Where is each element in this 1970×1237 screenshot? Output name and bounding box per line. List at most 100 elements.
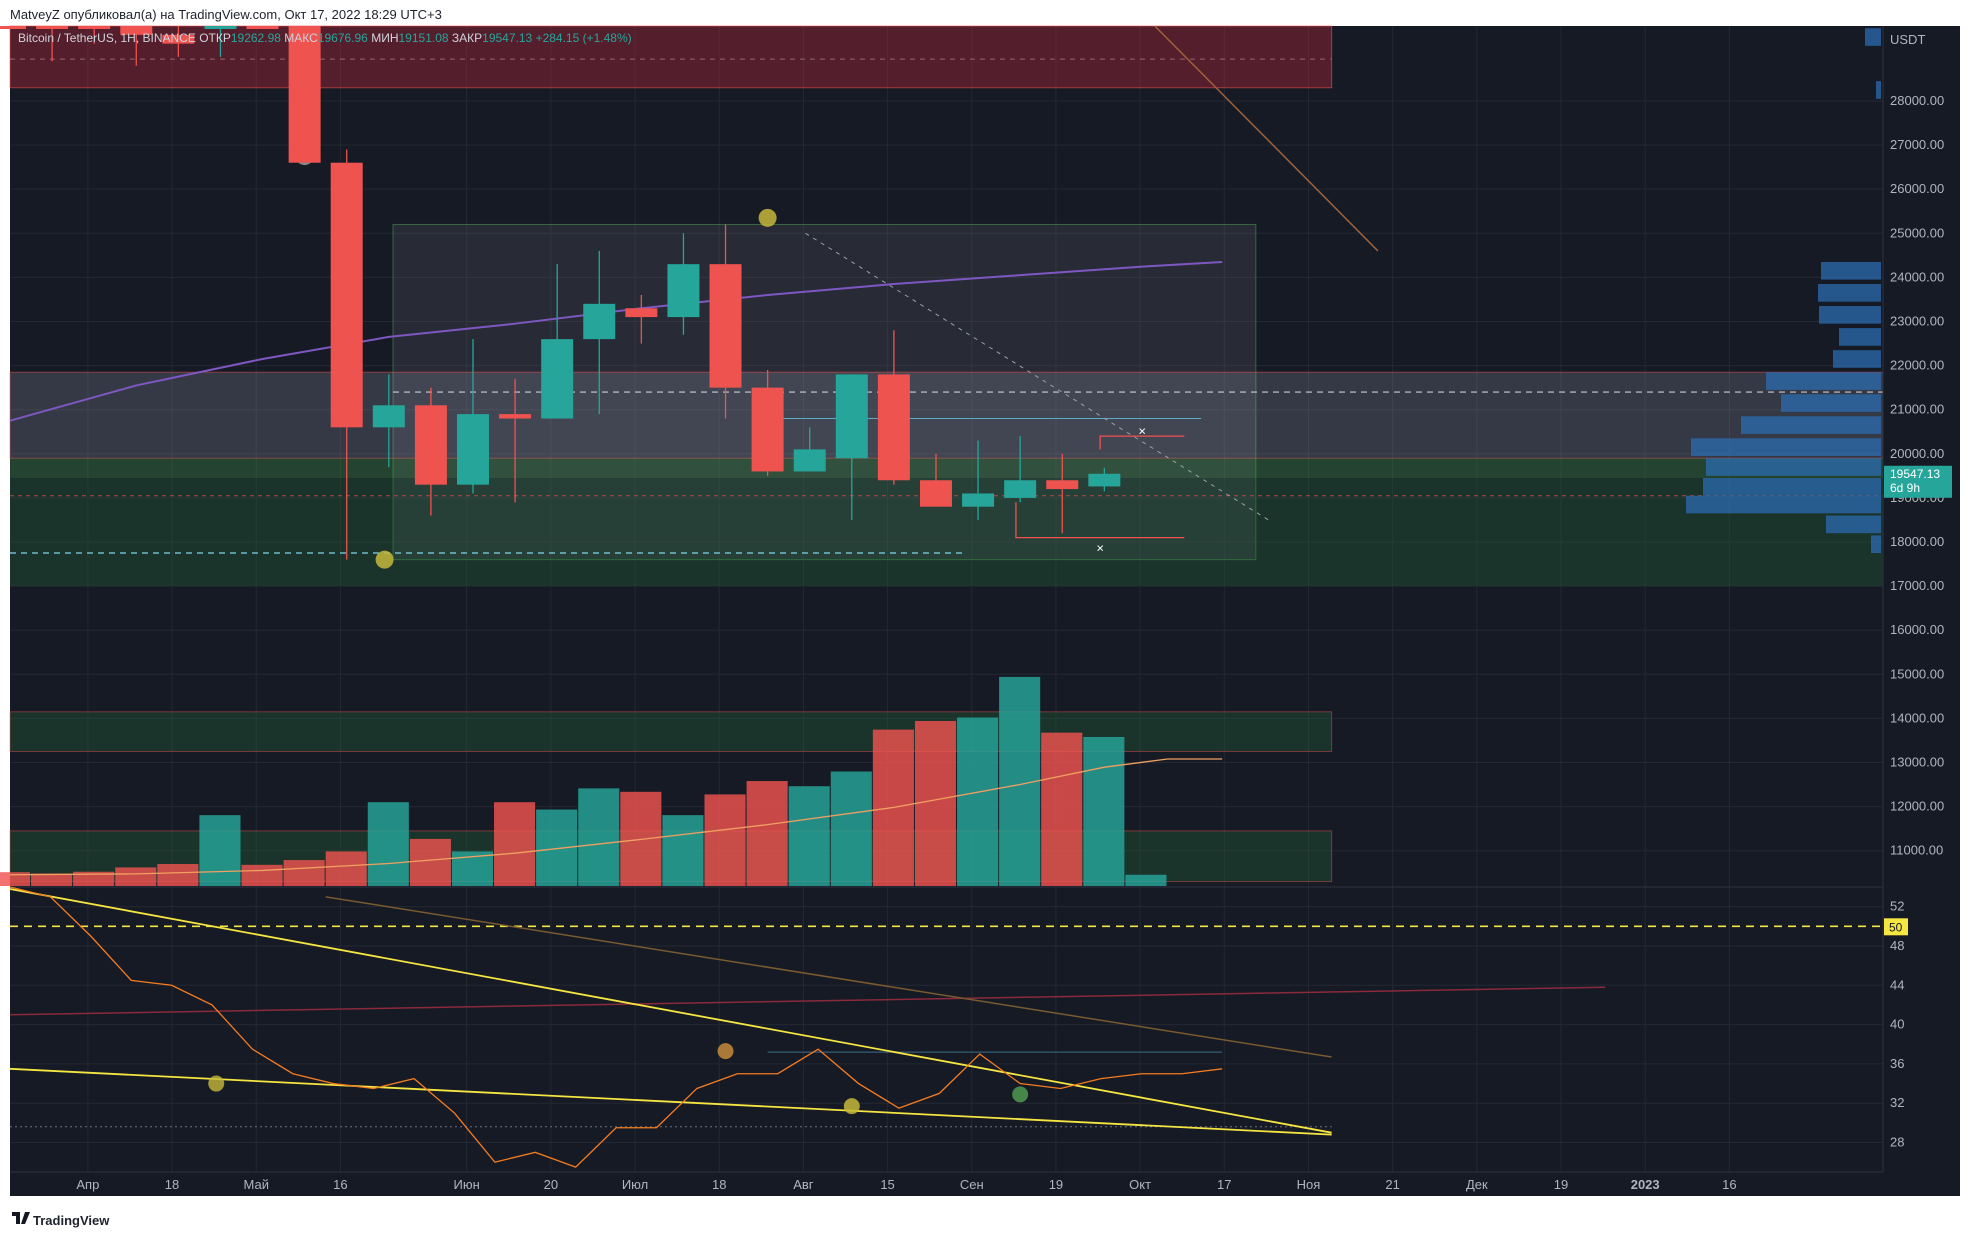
price-axis-currency: USDT xyxy=(1890,32,1925,47)
price-axis-label: 16000.00 xyxy=(1890,622,1944,637)
time-axis-label: 15 xyxy=(880,1177,894,1192)
volume-profile-bar xyxy=(1821,261,1881,280)
candle-body xyxy=(919,480,952,507)
legend-value: ОТКР xyxy=(199,31,231,45)
candle-body xyxy=(330,162,363,428)
rsi-axis-label: 52 xyxy=(1890,899,1904,914)
cross-marker-lower: × xyxy=(1096,541,1104,556)
time-axis-label: 16 xyxy=(333,1177,347,1192)
time-axis-label: 18 xyxy=(165,1177,179,1192)
candle-body xyxy=(1088,473,1121,487)
volume-bar xyxy=(704,794,746,886)
legend-value: 19151.08 xyxy=(399,31,449,45)
rsi-axis-label: 32 xyxy=(1890,1095,1904,1110)
last-price-label: 19547.13 xyxy=(1890,467,1940,481)
candle-body xyxy=(583,303,616,340)
attribution-text: MatveyZ опубликовал(а) на TradingView.co… xyxy=(10,7,442,22)
volume-bar xyxy=(241,864,283,886)
legend-value: +284.15 (+1.48%) xyxy=(536,31,632,45)
volume-profile-bar xyxy=(1876,81,1881,99)
time-axis-label: Апр xyxy=(76,1177,99,1192)
candle-body xyxy=(204,26,237,29)
candle-body xyxy=(1004,480,1037,498)
candle-body xyxy=(541,339,574,419)
candle-body xyxy=(0,26,26,29)
legend-value: ЗАКР xyxy=(452,31,482,45)
price-axis-label: 15000.00 xyxy=(1890,666,1944,681)
volume-bar xyxy=(199,815,241,886)
price-axis-label: 18000.00 xyxy=(1890,534,1944,549)
price-axis-label: 26000.00 xyxy=(1890,181,1944,196)
candle-body xyxy=(1046,480,1079,490)
price-axis-label: 12000.00 xyxy=(1890,799,1944,814)
resistance-zone xyxy=(9,371,1884,459)
volume-bar xyxy=(409,838,451,886)
chart-background xyxy=(10,26,1960,1172)
volume-profile-bar xyxy=(1839,328,1881,346)
volume-profile-bar xyxy=(1766,372,1881,390)
time-axis-label: 21 xyxy=(1385,1177,1399,1192)
legend-value: МИН xyxy=(371,31,398,45)
price-axis-label: 21000.00 xyxy=(1890,402,1944,417)
volume-profile-bar xyxy=(1871,535,1881,554)
time-axis-label: Июн xyxy=(454,1177,480,1192)
time-axis-label: Сен xyxy=(960,1177,984,1192)
chart-stage: MatveyZ опубликовал(а) на TradingView.co… xyxy=(0,0,1970,1237)
rsi-midline-label: 50 xyxy=(1889,920,1903,934)
candle-body xyxy=(877,374,910,481)
volume-bar xyxy=(283,860,325,886)
volume-profile-bar xyxy=(1819,306,1881,324)
legend-value: МАКС xyxy=(284,31,318,45)
time-axis-background xyxy=(10,1172,1960,1196)
candle-body xyxy=(456,414,489,485)
candle-body xyxy=(751,387,784,472)
rsi-marker-4 xyxy=(1012,1086,1029,1103)
branding-text: TradingView xyxy=(33,1213,110,1228)
volume-bar xyxy=(914,720,957,886)
pivot-zone xyxy=(10,458,1883,479)
price-axis-label: 25000.00 xyxy=(1890,225,1944,240)
candle-body xyxy=(625,308,658,318)
volume-profile-bar xyxy=(1781,394,1881,412)
volume-bar xyxy=(662,815,704,886)
volume-bar xyxy=(1125,874,1167,886)
cross-marker-upper: × xyxy=(1138,424,1146,439)
price-axis-label: 14000.00 xyxy=(1890,710,1944,725)
time-axis-label: 20 xyxy=(544,1177,558,1192)
price-axis-label: 27000.00 xyxy=(1890,137,1944,152)
volume-bar xyxy=(325,851,367,886)
rsi-marker-2 xyxy=(717,1043,734,1060)
legend-value: 19547.13 xyxy=(482,31,532,45)
time-axis-label: 2023 xyxy=(1631,1177,1660,1192)
volume-bar xyxy=(367,802,409,886)
volume-profile-bar xyxy=(1833,350,1881,368)
candle-body xyxy=(499,414,532,419)
candle-body xyxy=(962,493,995,507)
legend-value: Bitcoin / TetherUS, 1H, BINANCE xyxy=(18,31,196,45)
candle-body xyxy=(667,264,700,318)
rsi-marker-1 xyxy=(208,1075,225,1092)
price-axis-label: 24000.00 xyxy=(1890,269,1944,284)
volume-profile-bar xyxy=(1686,495,1881,514)
time-axis-label: 19 xyxy=(1049,1177,1063,1192)
candle-body xyxy=(372,405,405,428)
price-axis-label: 22000.00 xyxy=(1890,358,1944,373)
time-axis-label: Май xyxy=(243,1177,268,1192)
rsi-axis-label: 40 xyxy=(1890,1017,1904,1032)
candle-body xyxy=(414,405,447,485)
volume-bar xyxy=(1041,732,1083,886)
time-axis-label: Дек xyxy=(1466,1177,1488,1192)
candle-body xyxy=(78,26,111,29)
pivot-marker-low xyxy=(375,550,394,569)
volume-bar xyxy=(957,717,999,886)
price-axis-label: 11000.00 xyxy=(1890,843,1943,858)
time-axis-label: Ноя xyxy=(1297,1177,1321,1192)
volume-bar xyxy=(1083,736,1125,886)
rsi-axis-label: 44 xyxy=(1890,977,1904,992)
time-axis-label: 16 xyxy=(1722,1177,1736,1192)
tradingview-chart: MatveyZ опубликовал(а) на TradingView.co… xyxy=(0,0,1970,1237)
chart-legend: Bitcoin / TetherUS, 1H, BINANCE ОТКР1926… xyxy=(18,31,632,45)
candle-body xyxy=(709,264,742,388)
time-axis-label: Июл xyxy=(622,1177,648,1192)
price-axis-label: 17000.00 xyxy=(1890,578,1944,593)
